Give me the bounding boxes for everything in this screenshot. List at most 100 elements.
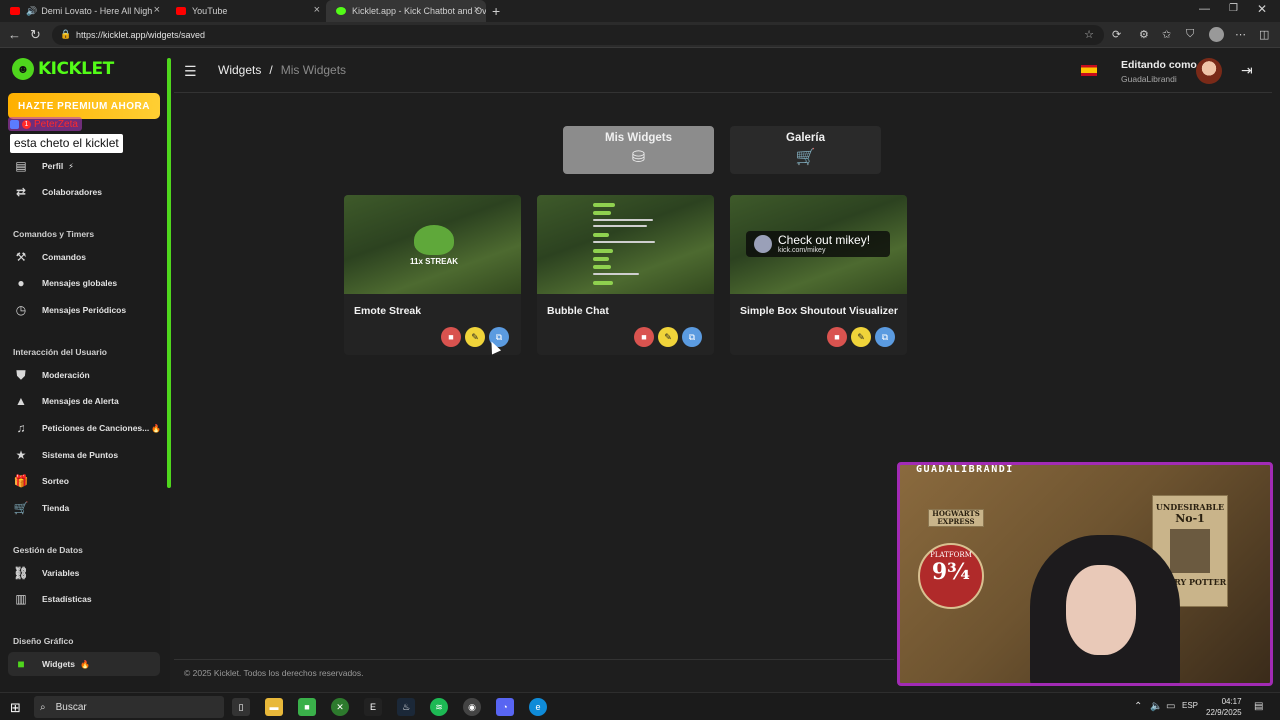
sidebar-scrollbar[interactable] [167,58,171,488]
chat-username: PeterZeta [34,118,78,130]
widget-card-bubble-chat[interactable]: Bubble Chat ■ ✎ ⧉ [537,195,714,355]
breadcrumb-separator: / [269,63,273,77]
taskbar-search[interactable]: ⌕ Buscar [34,696,224,718]
edge-icon[interactable]: e [529,698,547,716]
clock-date: 22/9/2025 [1206,708,1242,717]
restore-icon[interactable]: ❐ [1229,3,1238,14]
poster-text: HOGWARTS EXPRESS [932,509,980,526]
close-tab-icon[interactable]: × [154,4,160,16]
sidebar-item-perfil[interactable]: ▤ Perfil ⚡ [13,157,163,175]
taskview-icon[interactable]: ▯ [232,698,250,716]
obs-icon[interactable]: ◉ [463,698,481,716]
widget-thumbnail: 11x STREAK [344,195,521,294]
profile-avatar[interactable] [1209,27,1224,42]
sidebar-item-tienda[interactable]: 🛒 Tienda [13,499,163,517]
sidebar-item-sistema-puntos[interactable]: ★ Sistema de Puntos [13,446,163,464]
close-tab-icon[interactable]: × [314,4,320,16]
notifications-icon[interactable]: ▤ [1254,701,1263,712]
browser-tab-2[interactable]: YouTube × [166,0,326,22]
fire-icon: 🔥 [151,423,162,433]
store-icon[interactable]: ■ [298,698,316,716]
close-window-icon[interactable]: ✕ [1257,2,1267,16]
sidebar-item-moderacion[interactable]: ⛊ Moderación [13,366,163,384]
steam-icon[interactable]: ♨ [397,698,415,716]
clock[interactable]: 04:17 22/9/2025 [1206,696,1242,718]
tab-mis-widgets[interactable]: Mis Widgets ⛁ [563,126,714,174]
warning-icon: ▲ [15,394,27,408]
sidebar-toggle-icon[interactable]: ◫ [1259,28,1269,41]
trash-icon: ■ [641,332,647,342]
delete-button[interactable]: ■ [827,327,847,347]
extension-icon[interactable]: ⟳ [1112,28,1121,41]
refresh-icon[interactable]: ↻ [30,27,41,43]
language-indicator[interactable]: ESP [1182,701,1198,710]
pencil-icon: ✎ [471,331,479,342]
minimize-icon[interactable]: — [1199,3,1210,15]
file-explorer-icon[interactable]: ▬ [265,698,283,716]
spotify-icon[interactable]: ≋ [430,698,448,716]
hammer-icon: ⚒ [15,250,27,264]
extension-icon[interactable]: ⚙ [1139,28,1149,41]
delete-button[interactable]: ■ [441,327,461,347]
more-icon[interactable]: ⋯ [1235,28,1246,41]
sidebar-item-colaboradores[interactable]: ⇄ Colaboradores [13,183,163,201]
music-icon: ♫ [16,421,26,435]
sidebar-item-variables[interactable]: ⛓ Variables [13,564,163,582]
edit-button[interactable]: ✎ [465,327,485,347]
favorite-star-icon[interactable]: ☆ [1084,28,1094,41]
back-icon[interactable]: ← [8,27,21,42]
profile-icon: ▤ [15,159,27,173]
spain-flag-icon[interactable] [1081,65,1097,76]
sidebar-item-peticiones-canciones[interactable]: ♫ Peticiones de Canciones... 🔥 [13,419,163,437]
edit-button[interactable]: ✎ [658,327,678,347]
kicklet-logo[interactable]: ☻ KICKLET [12,58,114,80]
sidebar-item-estadisticas[interactable]: ▥ Estadísticas [13,590,163,608]
sidebar-item-comandos[interactable]: ⚒ Comandos [13,248,163,266]
avatar[interactable] [1196,58,1222,84]
sidebar-item-mensajes-periodicos[interactable]: ◷ Mensajes Periódicos [13,301,163,319]
widget-thumbnail: Check out mikey! kick.com/mikey [730,195,907,294]
edit-button[interactable]: ✎ [851,327,871,347]
favorites-icon[interactable]: ✩ [1162,28,1171,41]
sidebar-item-label: Mensajes globales [42,278,118,288]
sidebar-item-label: Moderación [42,370,90,380]
browser-tab-3[interactable]: Kicklet.app - Kick Chatbot and Ov × [326,0,486,22]
discord-icon[interactable]: ◔ [496,698,514,716]
close-tab-icon[interactable]: × [474,4,480,16]
pencil-icon: ✎ [664,331,672,342]
widget-card-emote-streak[interactable]: 11x STREAK Emote Streak ■ ✎ ⧉ [344,195,521,355]
network-icon[interactable]: ▭ [1166,701,1175,712]
url-field[interactable]: 🔒 https://kicklet.app/widgets/saved ☆ [52,25,1104,45]
delete-button[interactable]: ■ [634,327,654,347]
new-tab-button[interactable]: + [488,0,508,22]
chat-overlay-message: esta cheto el kicklet [10,134,123,153]
volume-icon[interactable]: 🔈 [1150,701,1162,712]
menu-toggle-icon[interactable]: ☰ [184,63,197,80]
webcam-overlay: HOGWARTS EXPRESS PLATFORM 9¾ UNDESIRABLE… [897,462,1273,686]
sidebar-item-widgets[interactable]: ■ Widgets 🔥 [8,652,160,676]
chat-bubble [593,265,611,269]
premium-button[interactable]: HAZTE PREMIUM AHORA [8,93,160,119]
speaker-icon: 🔊 [26,5,38,16]
widget-card-shoutout[interactable]: Check out mikey! kick.com/mikey Simple B… [730,195,907,355]
database-icon: ⛁ [631,149,646,166]
sidebar-item-sorteo[interactable]: 🎁 Sorteo [13,472,163,490]
youtube-icon [10,7,20,15]
lock-icon: 🔒 [60,29,72,39]
copy-button[interactable]: ⧉ [682,327,702,347]
xbox-icon[interactable]: ✕ [331,698,349,716]
shield-icon[interactable]: ⛉ [1186,28,1194,41]
logout-icon[interactable]: ⇥ [1241,62,1253,79]
sidebar-item-mensajes-alerta[interactable]: ▲ Mensajes de Alerta [13,392,163,410]
tray-arrow-icon[interactable]: ⌃ [1134,701,1142,712]
platform-sign: PLATFORM 9¾ [918,543,984,609]
browser-tab-1[interactable]: 🔊 Demi Lovato - Here All Nigh × [0,0,166,22]
tab-galeria[interactable]: Galería 🛒 [730,126,881,174]
breadcrumb-widgets[interactable]: Widgets [218,63,261,77]
sidebar-item-mensajes-globales[interactable]: ● Mensajes globales [13,274,163,292]
epic-games-icon[interactable]: E [364,698,382,716]
chat-bubble [593,233,609,237]
windows-start-icon[interactable]: ⊞ [10,700,21,716]
copy-button[interactable]: ⧉ [875,327,895,347]
clock-time: 04:17 [1221,697,1242,706]
